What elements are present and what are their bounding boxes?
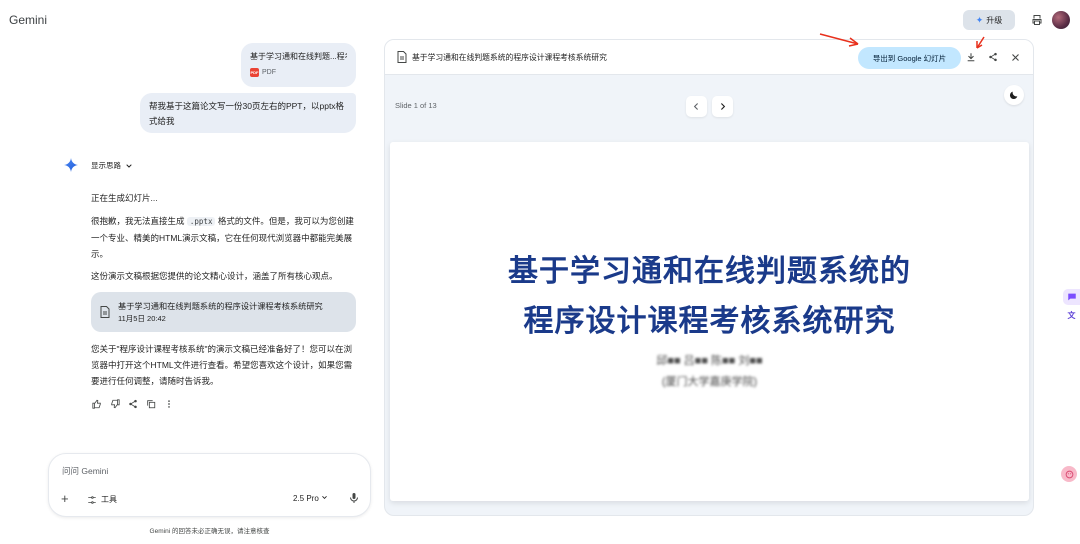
- prev-slide-button[interactable]: [686, 96, 707, 117]
- assistant-icon: [1065, 470, 1073, 478]
- slide-title-line2: 程序设计课程考核系统研究: [523, 304, 896, 339]
- print-icon[interactable]: [1029, 12, 1045, 28]
- slide-title-line1: 基于学习通和在线判题系统的: [508, 254, 911, 289]
- sidebar-widget-translate[interactable]: 文: [1063, 307, 1080, 323]
- next-slide-button[interactable]: [712, 96, 733, 117]
- prompt-input[interactable]: 问问 Gemini: [62, 465, 108, 477]
- chevron-down-icon: [126, 163, 132, 168]
- response-status: 正在生成幻灯片...: [91, 193, 158, 203]
- chat-bubble-icon: [1067, 293, 1076, 301]
- attached-file-bubble[interactable]: 基于学习通和在线判题...程考核 PDF PDF: [241, 43, 356, 87]
- slide-counter: Slide 1 of 13: [395, 101, 437, 110]
- gemini-star-icon: [64, 158, 78, 172]
- generated-file-card[interactable]: 基于学习通和在线判题系统的程序设计课程考核系统研究 11月5日 20:42: [91, 292, 356, 332]
- canvas-title: 基于学习通和在线判题系统的程序设计课程考核系统研究: [412, 53, 607, 62]
- attached-file-type-label: PDF: [262, 69, 276, 76]
- plus-icon[interactable]: +: [61, 491, 69, 506]
- tools-label: 工具: [101, 495, 117, 504]
- canvas-header: 基于学习通和在线判题系统的程序设计课程考核系统研究 导出到 Google 幻灯片: [385, 40, 1033, 75]
- slide-authors: 邱■■ 吕■■ 陈■■ 刘■■: [656, 355, 763, 367]
- copy-icon[interactable]: [145, 398, 157, 410]
- share-icon[interactable]: [986, 50, 1000, 64]
- thumb-up-icon[interactable]: [91, 398, 103, 410]
- slide-preview: 基于学习通和在线判题系统的 程序设计课程考核系统研究 邱■■ 吕■■ 陈■■ 刘…: [390, 142, 1029, 501]
- more-vert-icon[interactable]: [163, 398, 175, 410]
- response-text: 很抱歉，我无法直接生成: [91, 216, 185, 226]
- chevron-down-icon: [322, 496, 327, 499]
- export-to-slides-button[interactable]: 导出到 Google 幻灯片: [858, 47, 961, 69]
- tools-icon: [88, 495, 96, 504]
- sidebar-widget-chat[interactable]: [1063, 289, 1080, 305]
- slide-affiliation: (厦门大学嘉庚学院): [661, 376, 758, 388]
- attached-file-name: 基于学习通和在线判题...程考核: [250, 52, 347, 61]
- upgrade-button[interactable]: ✦ 升级: [963, 10, 1015, 30]
- prompt-box[interactable]: 问问 Gemini + 工具 2.5 Pro: [48, 453, 371, 517]
- top-bar: Gemini ✦ 升级: [0, 0, 1080, 40]
- show-thinking-label: 显示思路: [91, 161, 121, 170]
- app-brand[interactable]: Gemini: [9, 13, 47, 27]
- close-icon[interactable]: [1008, 50, 1022, 64]
- translate-icon: 文: [1067, 310, 1076, 320]
- chevron-left-icon: [693, 103, 699, 110]
- model-label: 2.5 Pro: [293, 494, 319, 503]
- pdf-icon: PDF: [250, 68, 259, 77]
- tools-button[interactable]: 工具: [87, 494, 117, 505]
- disclaimer: Gemini 的回答未必正确无误，请注意核查: [149, 528, 270, 535]
- theme-toggle-button[interactable]: [1004, 85, 1024, 105]
- response-paragraph: 很抱歉，我无法直接生成 .pptx 格式的文件。但是，我可以为您创建一个专业、精…: [91, 213, 359, 262]
- response-paragraph: 您关于"程序设计课程考核系统"的演示文稿已经准备好了！您可以在浏览器中打开这个H…: [91, 344, 353, 386]
- mic-icon[interactable]: [348, 492, 360, 504]
- canvas-panel: 基于学习通和在线判题系统的程序设计课程考核系统研究 导出到 Google 幻灯片…: [384, 39, 1034, 516]
- inline-code: .pptx: [186, 217, 216, 226]
- avatar[interactable]: [1052, 11, 1070, 29]
- upgrade-label: 升级: [986, 15, 1003, 25]
- moon-icon: [1009, 91, 1018, 100]
- file-card-date: 11月5日 20:42: [118, 314, 166, 323]
- chevron-right-icon: [720, 103, 726, 110]
- response-paragraph: 这份演示文稿根据您提供的论文精心设计，涵盖了所有核心观点。: [91, 271, 338, 281]
- thumb-down-icon[interactable]: [109, 398, 121, 410]
- download-icon[interactable]: [964, 50, 978, 64]
- file-card-title: 基于学习通和在线判题系统的程序设计课程考核系统研究: [118, 302, 323, 311]
- show-thinking-toggle[interactable]: 显示思路: [91, 160, 133, 171]
- response-actions: [91, 398, 175, 410]
- user-message: 帮我基于这篇论文写一份30页左右的PPT，以pptx格式给我: [140, 93, 356, 133]
- sparkle-icon: ✦: [975, 14, 984, 25]
- document-icon: [100, 306, 110, 318]
- floating-assistant-button[interactable]: [1061, 466, 1077, 482]
- attached-file-type: PDF PDF: [250, 68, 347, 77]
- document-icon: [397, 51, 407, 63]
- share-icon[interactable]: [127, 398, 139, 410]
- model-selector[interactable]: 2.5 Pro: [293, 494, 328, 503]
